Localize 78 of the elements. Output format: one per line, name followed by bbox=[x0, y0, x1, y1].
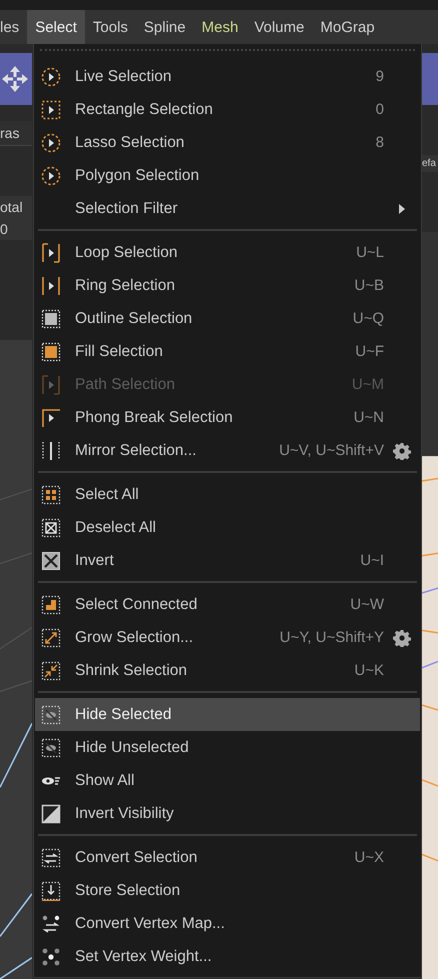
shrink-arrow-icon bbox=[41, 660, 61, 680]
shortcut-text: U~F bbox=[355, 343, 384, 360]
swap-arrows-icon bbox=[41, 848, 61, 868]
menu-item[interactable]: Fill Selection U~F bbox=[35, 335, 420, 368]
dashed-square-cursor-icon bbox=[41, 100, 61, 120]
dashed-circle-cursor-icon bbox=[41, 166, 61, 186]
menu-item[interactable]: Mirror Selection... U~V, U~Shift+V bbox=[35, 434, 420, 467]
menu-bar-item[interactable]: Mesh bbox=[194, 10, 246, 44]
menu-item[interactable]: Grow Selection... U~Y, U~Shift+Y bbox=[35, 621, 420, 654]
panel-label: efa bbox=[422, 155, 438, 172]
menu-item[interactable]: Hide Unselected bbox=[35, 731, 420, 764]
menu-bar-item[interactable]: les bbox=[0, 10, 28, 44]
crossed-square-icon bbox=[41, 518, 61, 538]
menu-item[interactable]: Invert Visibility bbox=[35, 797, 420, 830]
menu-item[interactable]: Set Vertex Weight... bbox=[35, 940, 420, 973]
menu-item[interactable]: Hide Selected bbox=[35, 698, 420, 731]
menu-bar-item[interactable]: Tools bbox=[84, 10, 136, 44]
shortcut-text: U~I bbox=[360, 552, 384, 569]
shortcut-text: 9 bbox=[376, 68, 384, 85]
menu-bar-item[interactable]: Select bbox=[27, 10, 85, 44]
move-tool-button[interactable] bbox=[0, 53, 32, 105]
shortcut-text: U~X bbox=[354, 849, 384, 866]
shortcut-text: U~Q bbox=[352, 310, 384, 327]
menu-bar-item[interactable]: MoGrap bbox=[312, 10, 383, 44]
menu-item[interactable]: Select Connected U~W bbox=[35, 588, 420, 621]
shortcut-text: 0 bbox=[376, 101, 384, 118]
menu-item[interactable]: Selection Filter bbox=[35, 192, 420, 225]
menu-item[interactable]: Select All bbox=[35, 478, 420, 511]
shortcut-text: U~W bbox=[350, 596, 384, 613]
menu-item[interactable]: Live Selection 9 bbox=[35, 60, 420, 93]
menu-item[interactable]: Store Selection bbox=[35, 874, 420, 907]
mirror-icon bbox=[41, 440, 61, 460]
shortcut-text: U~B bbox=[354, 277, 384, 294]
submenu-arrow-icon bbox=[398, 204, 406, 214]
hidden-eye-icon bbox=[41, 704, 61, 724]
menu-item[interactable]: Show All bbox=[35, 764, 420, 797]
settings-icon[interactable] bbox=[393, 628, 411, 646]
shortcut-text: U~V, U~Shift+V bbox=[279, 442, 384, 459]
menu-item[interactable]: Ring Selection U~B bbox=[35, 269, 420, 302]
panel-tab[interactable]: ras bbox=[0, 121, 32, 146]
shortcut-text: U~K bbox=[354, 662, 384, 679]
panel-value: 0 bbox=[0, 218, 32, 240]
menu-item[interactable]: Convert Vertex Map... bbox=[35, 907, 420, 940]
shortcut-text: U~Y, U~Shift+Y bbox=[280, 629, 384, 646]
menu-item[interactable]: Polygon Selection bbox=[35, 159, 420, 192]
menu-item[interactable]: Convert Selection U~X bbox=[35, 841, 420, 874]
bracket-cursor-icon bbox=[41, 276, 61, 296]
connected-square-icon bbox=[41, 594, 61, 614]
menu-item[interactable]: Outline Selection U~Q bbox=[35, 302, 420, 335]
menu-item[interactable]: Invert U~I bbox=[35, 544, 420, 577]
hidden-eye-icon bbox=[41, 738, 61, 758]
menu-bar-item[interactable]: Spline bbox=[136, 10, 194, 44]
dashed-circle-cursor-icon bbox=[41, 132, 61, 152]
move-icon bbox=[0, 64, 30, 94]
dots-icon bbox=[41, 946, 61, 966]
solid-square-icon bbox=[41, 308, 61, 328]
shortcut-text: U~L bbox=[356, 244, 384, 261]
menu-item[interactable]: Loop Selection U~L bbox=[35, 236, 420, 269]
settings-icon[interactable] bbox=[393, 442, 411, 460]
dashed-circle-cursor-icon bbox=[41, 66, 61, 86]
grid-icon bbox=[41, 484, 61, 504]
shortcut-text: U~N bbox=[354, 409, 384, 426]
dots-arrows-icon bbox=[41, 914, 61, 934]
half-square-icon bbox=[41, 804, 61, 824]
menu-item[interactable]: Rectangle Selection 0 bbox=[35, 93, 420, 126]
menu-item[interactable]: Phong Break Selection U~N bbox=[35, 401, 420, 434]
bracket-cursor-icon bbox=[41, 374, 61, 394]
shortcut-text: U~M bbox=[352, 376, 384, 393]
bracket-cursor-icon bbox=[41, 242, 61, 262]
corner-cursor-icon bbox=[41, 408, 61, 428]
invert-icon bbox=[41, 550, 61, 570]
shortcut-text: 8 bbox=[376, 134, 384, 151]
menu-item[interactable]: Shrink Selection U~K bbox=[35, 654, 420, 687]
menu-item[interactable]: Deselect All bbox=[35, 511, 420, 544]
menu-item[interactable]: Lasso Selection 8 bbox=[35, 126, 420, 159]
menu-bar-item[interactable]: Volume bbox=[246, 10, 312, 44]
filled-square-icon bbox=[41, 342, 61, 362]
panel-label: otal bbox=[0, 196, 32, 218]
